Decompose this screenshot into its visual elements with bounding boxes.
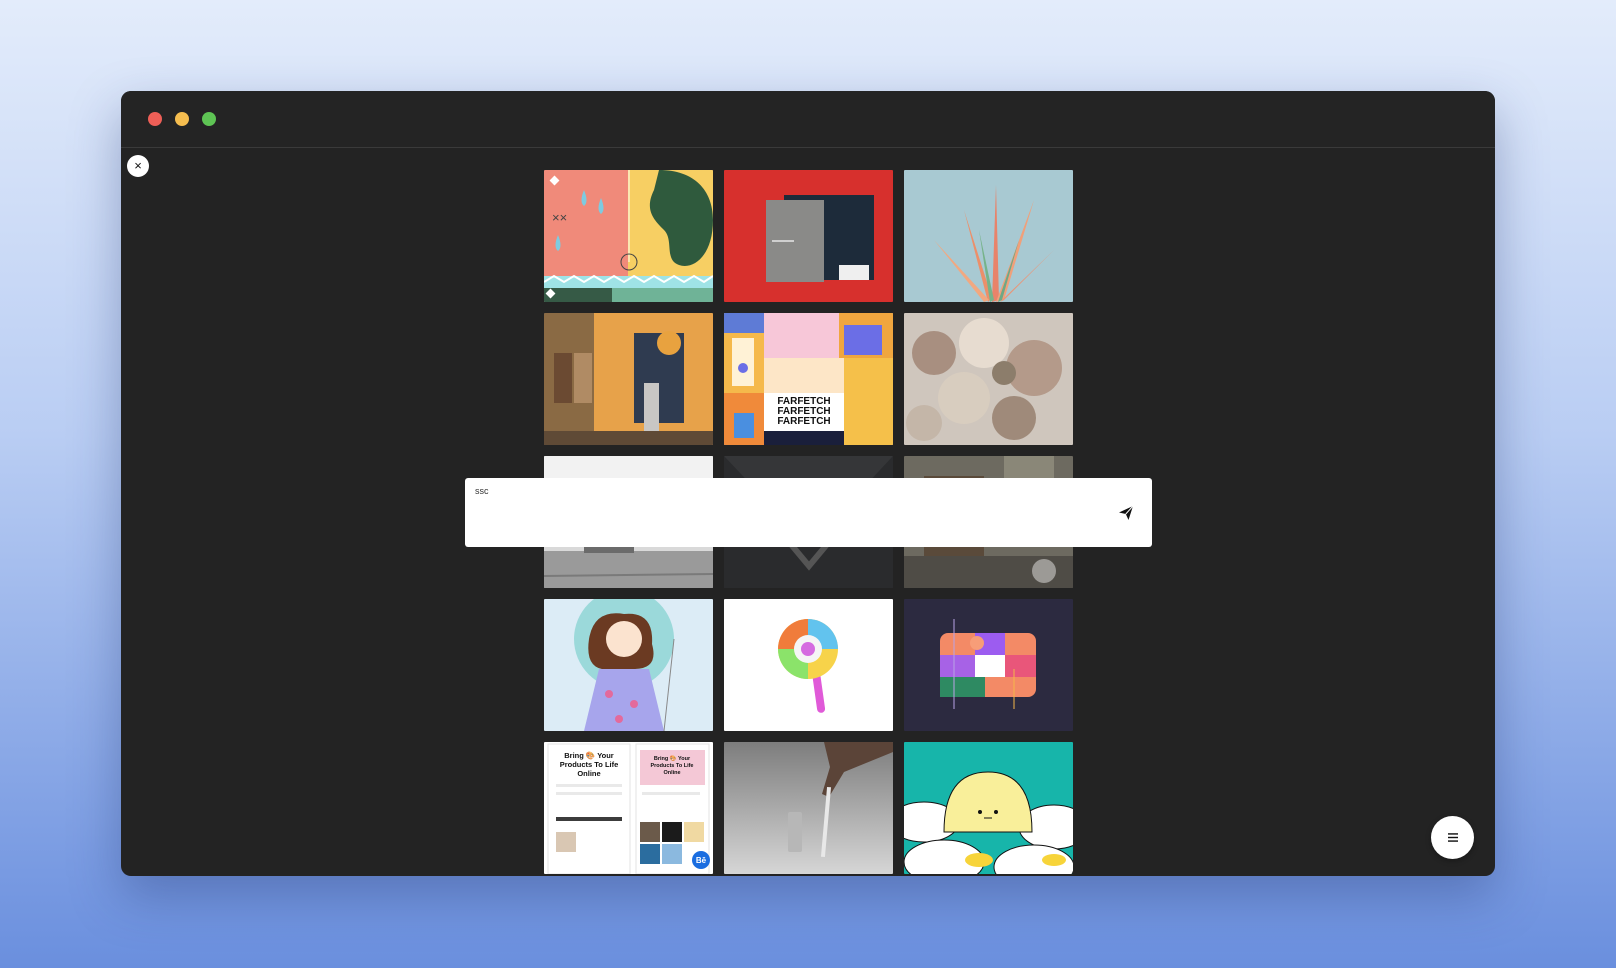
landing-right-headline-1: Bring 🎨 Your bbox=[654, 754, 691, 762]
prompt-input[interactable] bbox=[465, 478, 1152, 547]
menu-button[interactable] bbox=[1431, 816, 1474, 859]
window-zoom-control[interactable] bbox=[202, 112, 216, 126]
grid-tile-stationery-mockup[interactable] bbox=[724, 170, 893, 302]
browser-window: × ×× FARFETCH FARFETCH FARFETCH Bring 🎨 … bbox=[121, 91, 1495, 876]
window-titlebar bbox=[121, 91, 1495, 148]
hamburger-icon bbox=[1447, 833, 1458, 842]
grid-tile-hand-product[interactable] bbox=[724, 742, 893, 874]
landing-right-headline-2: Products To Life bbox=[651, 763, 694, 769]
grid-tile-egg-character[interactable] bbox=[904, 742, 1073, 874]
paper-plane-icon bbox=[1119, 505, 1134, 520]
grid-tile-closet-illustration[interactable] bbox=[544, 313, 713, 445]
grid-tile-plant-photo[interactable] bbox=[904, 170, 1073, 302]
window-close-control[interactable] bbox=[148, 112, 162, 126]
landing-left-headline-1: Bring 🎨 Your bbox=[564, 750, 614, 760]
prompt-box[interactable]: ssc bbox=[465, 478, 1152, 547]
grid-tile-geometric-card[interactable] bbox=[904, 599, 1073, 731]
svg-text:××: ×× bbox=[552, 210, 567, 225]
close-overlay-button[interactable]: × bbox=[127, 155, 149, 177]
grid-tile-dried-flowers[interactable] bbox=[904, 313, 1073, 445]
grid-tile-lollipop-render[interactable] bbox=[724, 599, 893, 731]
grid-tile-farfetch-poster[interactable]: FARFETCH FARFETCH FARFETCH bbox=[724, 313, 893, 445]
grid-tile-girl-illustration[interactable] bbox=[544, 599, 713, 731]
window-minimize-control[interactable] bbox=[175, 112, 189, 126]
grid-tile-landing-page[interactable]: Bring 🎨 Your Products To Life Online Bri… bbox=[544, 742, 713, 874]
landing-left-headline-3: Online bbox=[577, 769, 600, 778]
grid-tile-abstract-pattern[interactable]: ×× bbox=[544, 170, 713, 302]
close-icon: × bbox=[134, 158, 142, 173]
behance-badge: Bē bbox=[696, 856, 707, 865]
send-button[interactable] bbox=[1116, 503, 1136, 523]
farfetch-line-3: FARFETCH bbox=[777, 416, 830, 427]
landing-right-headline-3: Online bbox=[663, 770, 680, 776]
landing-left-headline-2: Products To Life bbox=[560, 760, 619, 769]
